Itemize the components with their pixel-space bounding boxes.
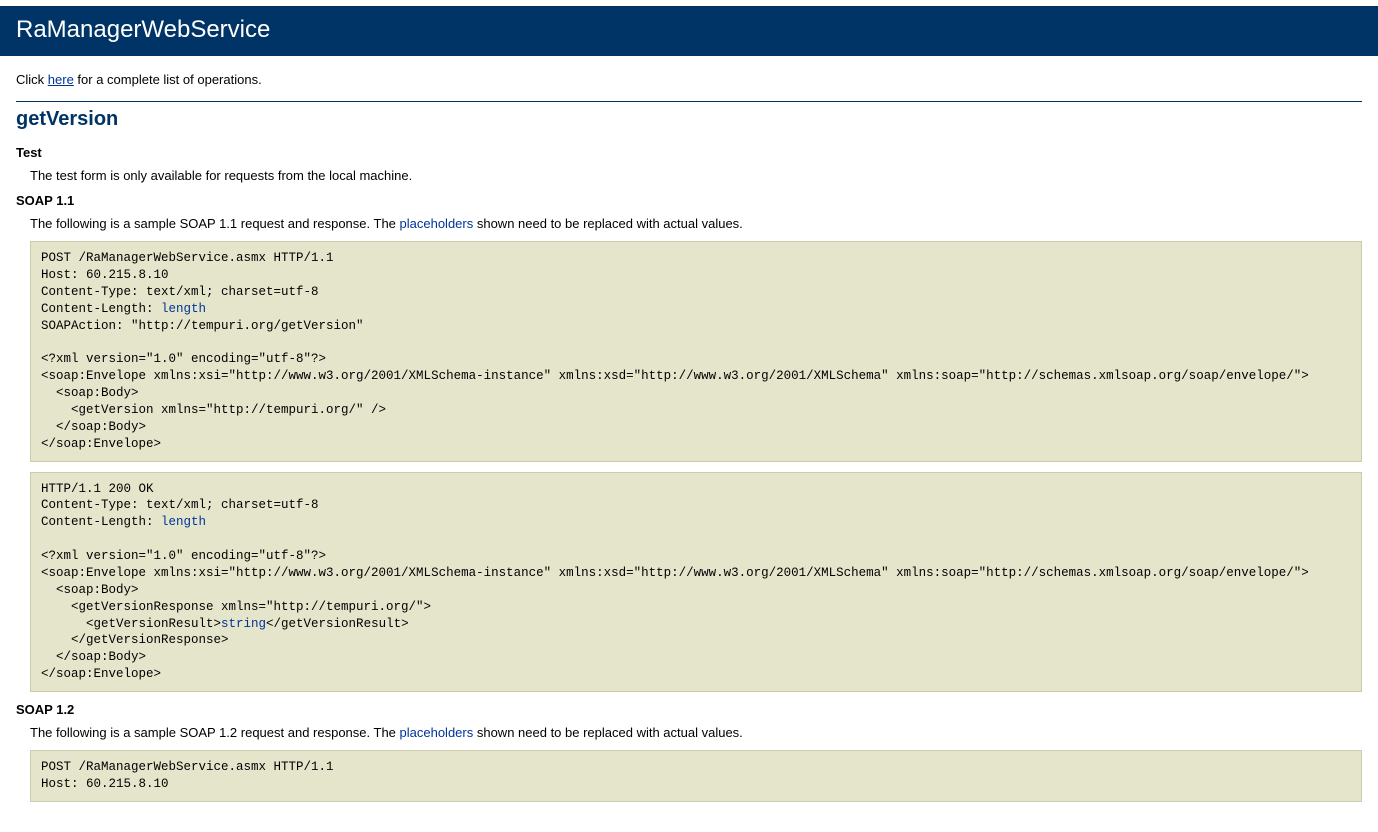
- soap11-response-block: HTTP/1.1 200 OK Content-Type: text/xml; …: [30, 472, 1362, 693]
- test-heading: Test: [16, 145, 1362, 160]
- soap11-desc: The following is a sample SOAP 1.1 reque…: [30, 216, 1362, 231]
- soap11-desc-suffix: shown need to be replaced with actual va…: [473, 216, 743, 231]
- header-banner: RaManagerWebService: [0, 6, 1378, 56]
- soap12-desc: The following is a sample SOAP 1.2 reque…: [30, 725, 1362, 740]
- soap12-request-block: POST /RaManagerWebService.asmx HTTP/1.1 …: [30, 750, 1362, 802]
- divider: [16, 101, 1362, 102]
- service-title: RaManagerWebService: [16, 16, 1362, 44]
- soap11-desc-prefix: The following is a sample SOAP 1.1 reque…: [30, 216, 400, 231]
- soap11-desc-placeholder: placeholders: [400, 216, 474, 231]
- soap11-heading: SOAP 1.1: [16, 193, 1362, 208]
- intro-suffix: for a complete list of operations.: [74, 72, 262, 87]
- operation-name: getVersion: [16, 108, 1362, 131]
- soap12-desc-prefix: The following is a sample SOAP 1.2 reque…: [30, 725, 400, 740]
- intro-line: Click here for a complete list of operat…: [16, 72, 1362, 87]
- soap12-heading: SOAP 1.2: [16, 702, 1362, 717]
- soap12-desc-placeholder: placeholders: [400, 725, 474, 740]
- soap11-request-block: POST /RaManagerWebService.asmx HTTP/1.1 …: [30, 241, 1362, 462]
- soap12-desc-suffix: shown need to be replaced with actual va…: [473, 725, 743, 740]
- operations-list-link[interactable]: here: [48, 72, 74, 87]
- intro-prefix: Click: [16, 72, 48, 87]
- string-placeholder: string: [221, 617, 266, 631]
- test-desc: The test form is only available for requ…: [30, 168, 1362, 183]
- length-placeholder: length: [161, 515, 206, 529]
- content-area: Click here for a complete list of operat…: [0, 56, 1378, 832]
- length-placeholder: length: [161, 302, 206, 316]
